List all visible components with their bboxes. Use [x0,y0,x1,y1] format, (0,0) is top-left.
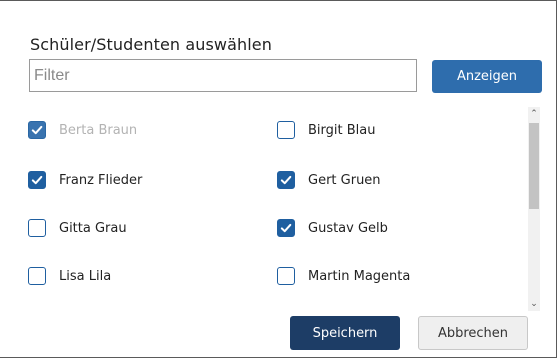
scroll-thumb[interactable] [529,123,539,209]
student-name: Franz Flieder [59,172,143,188]
student-name: Gitta Grau [59,220,127,236]
filter-input[interactable] [29,59,417,92]
student-name: Birgit Blau [308,122,376,138]
checkmark-icon [31,175,43,185]
scroll-down-icon[interactable]: ⌄ [528,297,540,311]
show-button[interactable]: Anzeigen [432,60,542,93]
scroll-up-icon[interactable]: ⌃ [528,107,540,121]
student-name: Berta Braun [59,122,138,138]
checkbox-gustav-gelb[interactable] [277,219,295,237]
student-name: Martin Magenta [308,268,411,284]
checkbox-berta-braun[interactable] [28,121,46,139]
cancel-button[interactable]: Abbrechen [418,316,528,350]
list-item[interactable]: Gitta Grau [28,217,127,239]
list-item[interactable]: Franz Flieder [28,169,142,191]
checkbox-birgit-blau[interactable] [277,121,295,139]
checkmark-icon [31,125,43,135]
checkbox-gitta-grau[interactable] [28,219,46,237]
student-name: Gert Gruen [308,172,381,188]
list-item[interactable]: Gustav Gelb [277,217,388,239]
save-button[interactable]: Speichern [290,316,400,350]
list-item[interactable]: Berta Braun [28,119,137,141]
checkmark-icon [280,175,292,185]
checkbox-martin-magenta[interactable] [277,267,295,285]
dialog-title: Schüler/Studenten auswählen [30,35,272,54]
checkbox-lisa-lila[interactable] [28,267,46,285]
student-name: Gustav Gelb [308,220,388,236]
checkbox-gert-gruen[interactable] [277,171,295,189]
list-item[interactable]: Gert Gruen [277,169,381,191]
list-item[interactable]: Lisa Lila [28,265,111,287]
list-item[interactable]: Birgit Blau [277,119,375,141]
student-select-dialog: Schüler/Studenten auswählen Anzeigen Ber… [0,0,557,358]
checkmark-icon [280,223,292,233]
list-item[interactable]: Martin Magenta [277,265,410,287]
list-scrollbar[interactable]: ⌃ ⌄ [528,107,540,311]
student-list: Berta Braun Birgit Blau Franz Flieder Ge… [14,107,544,311]
student-name: Lisa Lila [59,268,112,284]
checkbox-franz-flieder[interactable] [28,171,46,189]
